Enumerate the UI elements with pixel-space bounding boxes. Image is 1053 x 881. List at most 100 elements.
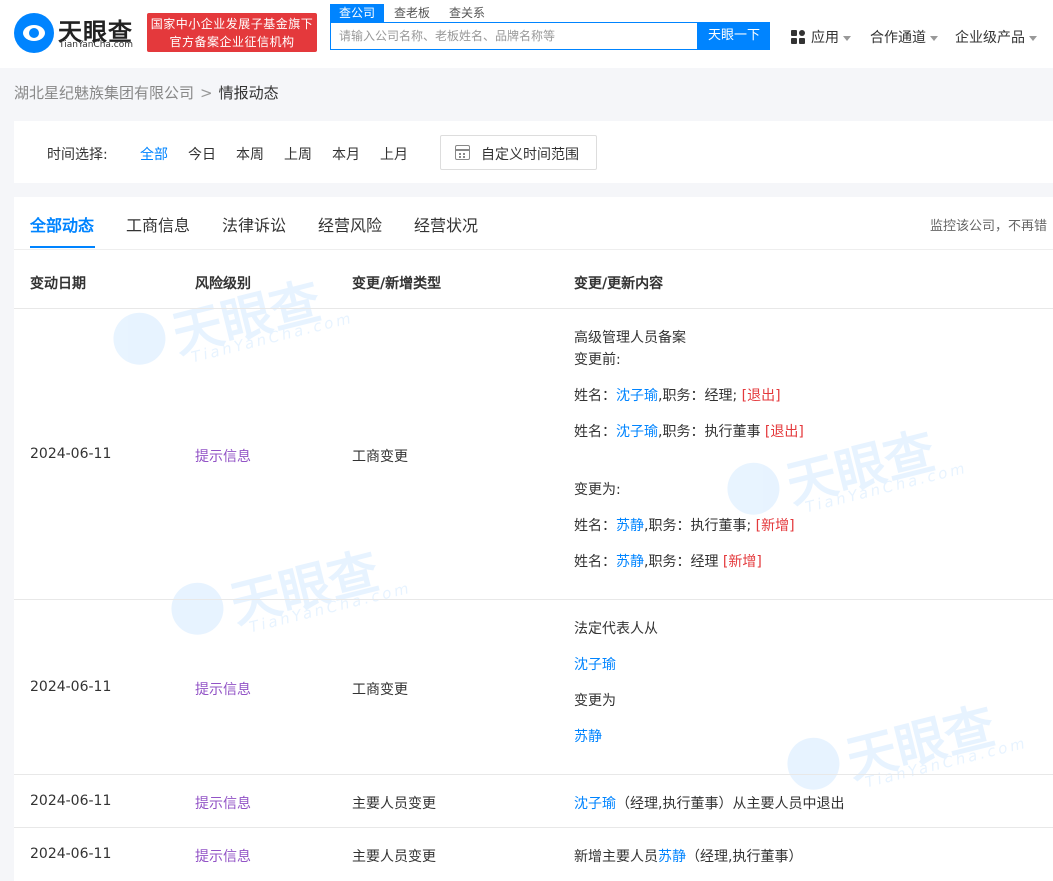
breadcrumb-current: 情报动态 — [218, 84, 279, 102]
person-link[interactable]: 苏静 — [616, 554, 644, 570]
time-option-last-week[interactable]: 上周 — [284, 144, 312, 164]
eye-logo-icon — [14, 13, 54, 53]
custom-time-range-button[interactable]: 自定义时间范围 — [440, 135, 597, 170]
row-change-type: 工商变更 — [352, 682, 408, 698]
row-divider — [14, 599, 1053, 600]
row-date: 2024-06-11 — [30, 679, 112, 695]
search-tab-boss[interactable]: 查老板 — [394, 4, 430, 22]
time-option-last-month[interactable]: 上月 — [380, 144, 408, 164]
legal-rep-to-label: 变更为 — [574, 693, 616, 709]
custom-time-range-label: 自定义时间范围 — [481, 147, 579, 163]
nav-enterprise-label: 企业级产品 — [955, 30, 1025, 46]
nav-cooperation-label: 合作通道 — [870, 30, 926, 46]
col-header-type: 变更/新增类型 — [352, 276, 442, 292]
person-link[interactable]: 苏静 — [616, 518, 644, 534]
watermark-domain: TianYanCha.com — [803, 458, 970, 517]
col-header-content: 变更/更新内容 — [574, 276, 664, 292]
watermark-domain: TianYanCha.com — [247, 578, 414, 637]
time-option-this-week[interactable]: 本周 — [236, 144, 264, 164]
watermark-text: 天眼查 — [840, 696, 1001, 790]
time-filter-card: 时间选择: 全部 今日 本周 上周 本月 上月 自定义时间范围 — [14, 121, 1053, 183]
breadcrumb-separator: > — [200, 84, 213, 102]
new-tag: [新增] — [722, 554, 762, 570]
legal-rep-from-label: 法定代表人从 — [574, 621, 658, 637]
col-header-risk: 风险级别 — [195, 276, 251, 292]
watermark-text: 天眼查 — [224, 541, 385, 635]
after-entry: 姓名：苏静,职务：经理 [新增] — [574, 551, 762, 571]
search-tab-company[interactable]: 查公司 — [330, 4, 385, 22]
entry-role: ,职务：执行董事; — [644, 518, 752, 534]
search-tab-relation[interactable]: 查关系 — [449, 4, 485, 22]
breadcrumb: 湖北星纪魅族集团有限公司 > 情报动态 — [14, 82, 279, 103]
nav-apps-label: 应用 — [811, 30, 839, 46]
entry-prefix: 姓名： — [574, 424, 616, 440]
before-entry: 姓名：沈子瑜,职务：经理; [退出] — [574, 385, 781, 405]
chevron-down-icon — [930, 35, 938, 41]
search-box — [330, 22, 698, 50]
watermark-domain: TianYanCha.com — [189, 308, 356, 367]
chevron-down-icon — [843, 35, 851, 41]
exit-tag: [退出] — [741, 388, 781, 404]
tab-all-updates[interactable]: 全部动态 — [30, 212, 94, 236]
grid-apps-icon[interactable] — [791, 30, 805, 44]
search-input[interactable] — [331, 23, 679, 49]
time-option-all[interactable]: 全部 — [140, 144, 168, 164]
person-link[interactable]: 苏静 — [658, 849, 686, 865]
person-link[interactable]: 沈子瑜 — [574, 796, 616, 812]
tab-operating-risk[interactable]: 经营风险 — [318, 212, 382, 236]
monitor-company-link[interactable]: 监控该公司，不再错 — [930, 215, 1047, 234]
row-divider — [14, 774, 1053, 775]
content-text: （经理,执行董事） — [686, 849, 803, 865]
time-option-this-month[interactable]: 本月 — [332, 144, 360, 164]
intel-card: 全部动态 工商信息 法律诉讼 经营风险 经营状况 监控该公司，不再错 天眼查 Ti… — [14, 197, 1053, 881]
person-link[interactable]: 沈子瑜 — [616, 388, 658, 404]
nav-cooperation[interactable]: 合作通道 — [870, 27, 938, 47]
tab-legal[interactable]: 法律诉讼 — [222, 212, 286, 236]
row-content: 新增主要人员苏静（经理,执行董事） — [574, 846, 802, 866]
official-banner[interactable]: 国家中小企业发展子基金旗下 官方备案企业征信机构 — [147, 13, 317, 52]
nav-enterprise[interactable]: 企业级产品 — [955, 27, 1037, 47]
row-risk-level: 提示信息 — [195, 449, 251, 465]
breadcrumb-company-link[interactable]: 湖北星纪魅族集团有限公司 — [14, 84, 194, 102]
tab-operating-status[interactable]: 经营状况 — [414, 212, 478, 236]
search-button[interactable]: 天眼一下 — [698, 22, 770, 50]
tianyancha-logo[interactable]: 天眼查 TianYanCha.com — [14, 13, 138, 53]
calendar-icon — [455, 145, 470, 160]
entry-role: ,职务：经理; — [658, 388, 738, 404]
watermark-eye-icon — [165, 577, 229, 641]
time-filter-label: 时间选择: — [47, 147, 108, 163]
chevron-down-icon — [1029, 35, 1037, 41]
logo-domain: TianYanCha.com — [59, 40, 134, 50]
content-text: （经理,执行董事）从主要人员中退出 — [616, 796, 845, 812]
row-date: 2024-06-11 — [30, 793, 112, 809]
row-content: 沈子瑜（经理,执行董事）从主要人员中退出 — [574, 793, 844, 813]
after-label: 变更为: — [574, 482, 621, 498]
row-change-type: 主要人员变更 — [352, 796, 436, 812]
new-tag: [新增] — [755, 518, 795, 534]
row-risk-level: 提示信息 — [195, 796, 251, 812]
row-content-title: 高级管理人员备案 — [574, 330, 686, 346]
time-option-today[interactable]: 今日 — [188, 144, 216, 164]
row-divider — [14, 827, 1053, 828]
person-link[interactable]: 沈子瑜 — [574, 654, 616, 674]
before-label: 变更前: — [574, 352, 621, 368]
watermark-eye-icon — [107, 307, 171, 371]
top-header: 天眼查 TianYanCha.com 国家中小企业发展子基金旗下 官方备案企业征… — [0, 0, 1053, 68]
nav-apps[interactable]: 应用 — [811, 27, 851, 47]
banner-line2: 官方备案企业征信机构 — [169, 35, 295, 49]
after-entry: 姓名：苏静,职务：执行董事; [新增] — [574, 515, 795, 535]
active-tab-indicator — [30, 246, 95, 248]
person-link[interactable]: 苏静 — [574, 726, 602, 746]
row-divider — [14, 308, 1053, 309]
content-prefix: 新增主要人员 — [574, 849, 658, 865]
watermark-eye-icon — [721, 457, 785, 521]
tab-business-info[interactable]: 工商信息 — [126, 212, 190, 236]
watermark-eye-icon — [781, 732, 845, 796]
col-header-date: 变动日期 — [30, 276, 86, 292]
row-risk-level: 提示信息 — [195, 849, 251, 865]
person-link[interactable]: 沈子瑜 — [616, 424, 658, 440]
tabs-divider — [14, 249, 1053, 250]
entry-prefix: 姓名： — [574, 518, 616, 534]
row-change-type: 主要人员变更 — [352, 849, 436, 865]
row-change-type: 工商变更 — [352, 449, 408, 465]
